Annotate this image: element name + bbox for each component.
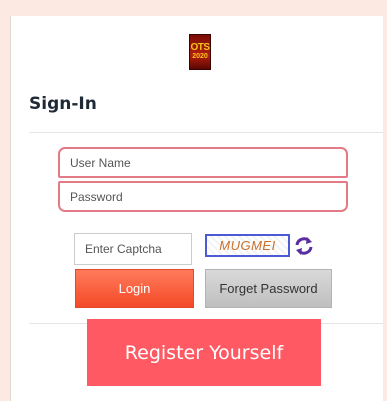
signin-panel: OTS 2020 Sign-In MUGMEI Login Forget Pas… xyxy=(10,16,383,401)
forget-password-button[interactable]: Forget Password xyxy=(205,269,332,308)
login-button[interactable]: Login xyxy=(75,269,194,308)
register-button[interactable]: Register Yourself xyxy=(87,319,321,386)
logo-text-year: 2020 xyxy=(192,53,208,60)
divider-top xyxy=(29,132,383,133)
password-input[interactable] xyxy=(58,181,348,212)
captcha-input[interactable] xyxy=(74,233,192,265)
captcha-code: MUGMEI xyxy=(219,238,276,253)
login-fields xyxy=(58,147,350,213)
refresh-icon[interactable] xyxy=(293,236,315,256)
captcha-image: MUGMEI xyxy=(205,234,290,257)
username-input[interactable] xyxy=(58,147,348,178)
logo-text-main: OTS xyxy=(190,42,210,53)
page-title: Sign-In xyxy=(29,94,97,114)
ots-logo: OTS 2020 xyxy=(189,34,211,70)
